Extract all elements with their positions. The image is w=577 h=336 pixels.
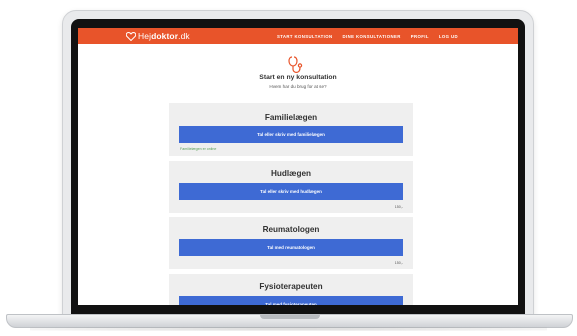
- reumatologen-button[interactable]: Tal med reumatologen: [179, 239, 403, 256]
- brand-prefix: Hej: [138, 31, 152, 41]
- card-hudlaegen: Hudlægen Tal eller skriv med hudlægen 15…: [169, 161, 413, 213]
- nav-profil[interactable]: PROFIL: [411, 34, 429, 39]
- stethoscope-icon: [288, 56, 303, 73]
- page-subtitle: Hvem har du brug for at se?: [269, 84, 327, 89]
- hudlaegen-button[interactable]: Tal eller skriv med hudlægen: [179, 183, 403, 200]
- nav-dine-konsultationer[interactable]: DINE KONSULTATIONER: [343, 34, 401, 39]
- card-title: Reumatologen: [262, 225, 320, 234]
- nav-log-ud[interactable]: LOG UD: [439, 34, 458, 39]
- fysioterapeuten-button[interactable]: Tal med fysioterapeuten: [179, 296, 403, 305]
- online-status: Familielægen er online: [180, 147, 217, 151]
- laptop-shadow: [30, 327, 547, 331]
- price-label: 150,-: [394, 261, 403, 265]
- heart-icon: [126, 31, 136, 41]
- top-navigation-bar: Hej doktor .dk START KONSULTATION DINE KON…: [78, 28, 518, 44]
- card-reumatologen: Reumatologen Tal med reumatologen 150,-: [169, 217, 413, 269]
- app-screen: Hej doktor .dk START KONSULTATION DINE KON…: [78, 28, 518, 305]
- card-fysioterapeuten: Fysioterapeuten Tal med fysioterapeuten: [169, 274, 413, 305]
- card-familielaegen: Familielægen Tal eller skriv med familie…: [169, 103, 413, 156]
- brand-name: doktor: [151, 31, 179, 41]
- laptop-notch: [260, 315, 320, 319]
- card-title: Familielægen: [264, 113, 318, 122]
- page-title: Start en ny konsultation: [259, 74, 337, 81]
- card-title: Fysioterapeuten: [259, 282, 323, 291]
- main-nav: START KONSULTATION DINE KONSULTATIONER P…: [277, 28, 458, 44]
- brand-logo[interactable]: Hej doktor .dk: [126, 31, 190, 41]
- price-label: 150,-: [394, 205, 403, 209]
- laptop-base: [6, 314, 573, 328]
- brand-tld: .dk: [178, 31, 190, 41]
- nav-start-konsultation[interactable]: START KONSULTATION: [277, 34, 333, 39]
- familielaegen-button[interactable]: Tal eller skriv med familielægen: [179, 126, 403, 143]
- card-title: Hudlægen: [270, 169, 312, 178]
